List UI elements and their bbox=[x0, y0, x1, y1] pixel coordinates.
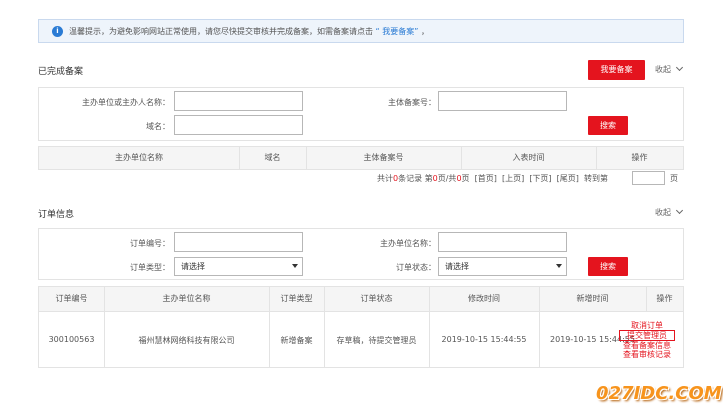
col-created-time: 新增时间 bbox=[576, 294, 609, 303]
col-owner: 主办单位名称 bbox=[115, 153, 163, 162]
orders-collapse-toggle[interactable]: 收起 bbox=[655, 206, 684, 218]
col-domain: 域名 bbox=[264, 153, 281, 162]
cancel-order-link[interactable]: 取消订单 bbox=[614, 321, 680, 330]
info-icon: i bbox=[52, 26, 63, 37]
domain-label: 域名： bbox=[146, 122, 170, 131]
order-type-cell: 新增备案 bbox=[280, 336, 313, 345]
record-number-input[interactable] bbox=[438, 91, 567, 111]
caret-down-icon bbox=[292, 264, 298, 268]
col-order-type: 订单类型 bbox=[280, 294, 313, 303]
register-link[interactable]: “ 我要备案” bbox=[376, 27, 419, 36]
order-owner-input[interactable] bbox=[438, 232, 567, 252]
brand-watermark: 027IDC.COM bbox=[596, 383, 722, 404]
col-order-actions: 操作 bbox=[656, 294, 673, 303]
first-page-link[interactable]: [首页] bbox=[475, 174, 497, 183]
register-button[interactable]: 我要备案 bbox=[588, 60, 645, 80]
notice-bar: i 温馨提示，为避免影响网站正常使用，请您尽快提交审核并完成备案，如需备案请点击… bbox=[38, 19, 684, 43]
caret-down-icon bbox=[556, 264, 562, 268]
orders-section-title: 订单信息 bbox=[38, 210, 75, 220]
page-jump-input[interactable] bbox=[632, 171, 665, 185]
next-page-link[interactable]: [下页] bbox=[529, 174, 551, 183]
owner-name-input[interactable] bbox=[174, 91, 303, 111]
completed-table-header: 主办单位名称 域名 主体备案号 入表时间 操作 bbox=[38, 146, 684, 170]
orders-table-header: 订单编号 主办单位名称 订单类型 订单状态 修改时间 新增时间 操作 bbox=[38, 286, 684, 312]
order-number-cell: 300100563 bbox=[48, 335, 95, 344]
completed-collapse-toggle[interactable]: 收起 bbox=[655, 63, 684, 75]
chevron-down-icon bbox=[675, 63, 684, 72]
col-order-owner: 主办单位名称 bbox=[162, 294, 211, 303]
pager: 共计0条记录 第0页/共0页 [首页] [上页] [下页] [尾页] 转到第 bbox=[377, 174, 608, 183]
orders-search-button[interactable]: 搜索 bbox=[588, 257, 628, 276]
col-order-status: 订单状态 bbox=[360, 294, 393, 303]
order-number-input[interactable] bbox=[174, 232, 303, 252]
table-row: 300100563 福州慧林网络科技有限公司 新增备案 存草稿，待提交管理员 2… bbox=[38, 312, 684, 368]
order-status-select[interactable]: 请选择 bbox=[438, 257, 567, 276]
last-page-link[interactable]: [尾页] bbox=[557, 174, 579, 183]
order-status-label: 订单状态： bbox=[396, 263, 436, 272]
owner-name-label: 主办单位或主办人名称： bbox=[82, 98, 170, 107]
submit-admin-link[interactable]: 提交管理员 bbox=[619, 330, 675, 341]
view-record-info-link[interactable]: 查看备案信息 bbox=[614, 341, 680, 350]
order-type-select[interactable]: 请选择 bbox=[174, 257, 303, 276]
col-modified-time: 修改时间 bbox=[468, 294, 500, 303]
order-type-label: 订单类型： bbox=[130, 263, 170, 272]
order-owner-label: 主办单位名称： bbox=[380, 239, 436, 248]
col-record-number: 主体备案号 bbox=[363, 153, 404, 162]
order-number-label: 订单编号： bbox=[130, 239, 170, 248]
order-status-cell: 存草稿，待提交管理员 bbox=[336, 336, 417, 345]
col-entry-time: 入表时间 bbox=[512, 153, 545, 162]
notice-text: 温馨提示，为避免影响网站正常使用，请您尽快提交审核并完成备案，如需备案请点击 “… bbox=[69, 27, 429, 36]
order-owner-cell: 福州慧林网络科技有限公司 bbox=[138, 336, 235, 345]
completed-section-title: 已完成备案 bbox=[38, 67, 84, 77]
prev-page-link[interactable]: [上页] bbox=[502, 174, 524, 183]
modified-time-cell: 2019-10-15 15:44:55 bbox=[441, 335, 527, 344]
page-unit-label: 页 bbox=[670, 174, 678, 183]
chevron-down-icon bbox=[675, 206, 684, 215]
col-order-number: 订单编号 bbox=[55, 294, 88, 303]
col-actions: 操作 bbox=[631, 153, 648, 162]
record-number-label: 主体备案号： bbox=[388, 98, 436, 107]
completed-search-button[interactable]: 搜索 bbox=[588, 116, 628, 135]
domain-input[interactable] bbox=[174, 115, 303, 135]
view-review-log-link[interactable]: 查看审核记录 bbox=[614, 350, 680, 359]
